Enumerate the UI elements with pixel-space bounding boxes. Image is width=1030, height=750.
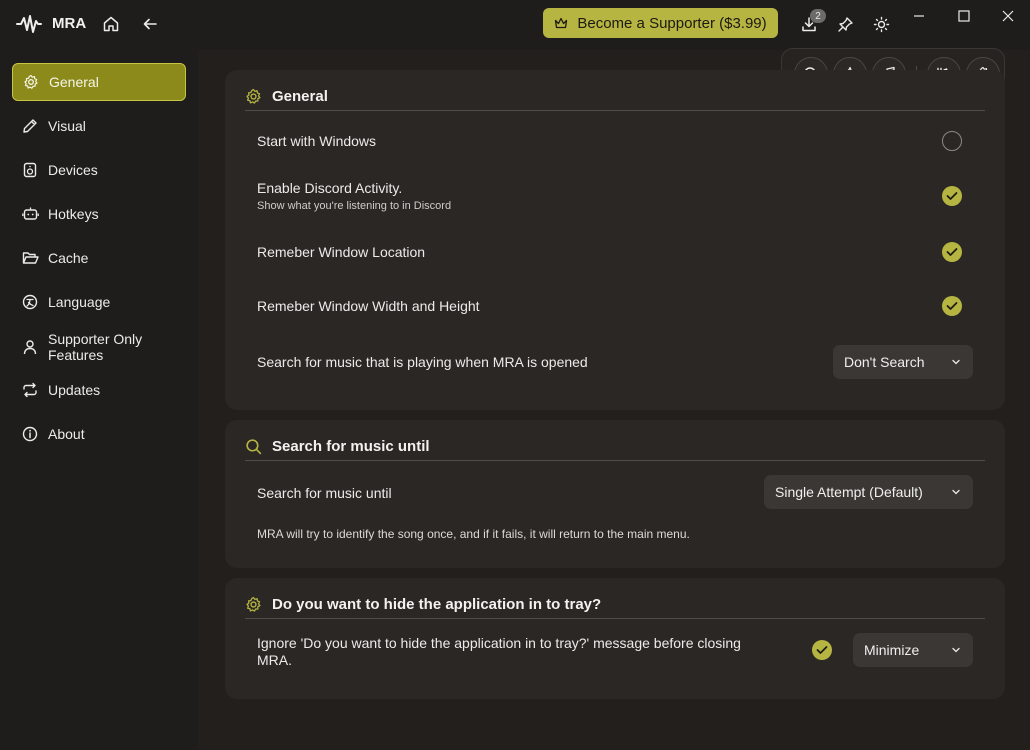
gear-icon bbox=[246, 88, 261, 104]
checkmark-icon bbox=[946, 248, 958, 256]
general-card-header: General bbox=[245, 88, 985, 111]
general-card: General Start with Windows Enable Discor… bbox=[225, 70, 1005, 410]
sidebar-item-label: About bbox=[48, 426, 85, 442]
remember-size-toggle[interactable] bbox=[942, 296, 962, 316]
sidebar-item-label: Cache bbox=[48, 250, 89, 266]
person-icon bbox=[12, 339, 48, 355]
ignore-tray-message-toggle[interactable] bbox=[812, 640, 832, 660]
waveform-logo-icon bbox=[16, 15, 42, 33]
search-until-dropdown[interactable]: Single Attempt (Default) bbox=[764, 475, 973, 509]
crown-icon bbox=[555, 17, 568, 29]
back-arrow-icon[interactable] bbox=[138, 12, 162, 36]
section-title: Search for music until bbox=[272, 438, 430, 455]
sidebar-item-label: Updates bbox=[48, 382, 101, 398]
chevron-down-icon bbox=[952, 359, 960, 365]
gear-icon bbox=[246, 596, 261, 612]
sidebar-item-language[interactable]: Language bbox=[12, 283, 186, 321]
maximize-window-button[interactable] bbox=[952, 6, 976, 26]
sidebar-item-supporter-features[interactable]: Supporter Only Features bbox=[12, 327, 186, 367]
pencil-icon bbox=[12, 118, 48, 134]
search-on-open-dropdown[interactable]: Don't Search bbox=[833, 345, 973, 379]
search-icon bbox=[246, 439, 262, 455]
discord-activity-toggle[interactable] bbox=[942, 186, 962, 206]
close-window-button[interactable] bbox=[996, 6, 1020, 26]
dropdown-value: Single Attempt (Default) bbox=[775, 484, 923, 500]
language-icon bbox=[12, 294, 48, 310]
title-bar: MRA Become a Supporter ($3.99) 2 bbox=[0, 0, 1030, 48]
speaker-icon bbox=[12, 162, 48, 178]
search-until-card-header: Search for music until bbox=[245, 438, 985, 461]
sidebar-item-updates[interactable]: Updates bbox=[12, 371, 186, 409]
search-until-card: Search for music until Search for music … bbox=[225, 420, 1005, 568]
info-icon bbox=[12, 426, 48, 442]
discord-activity-label: Enable Discord Activity. bbox=[257, 180, 403, 196]
dropdown-value: Don't Search bbox=[844, 354, 925, 370]
brightness-icon[interactable] bbox=[869, 12, 893, 36]
tray-card-header: Do you want to hide the application in t… bbox=[245, 596, 985, 619]
sidebar-item-about[interactable]: About bbox=[12, 415, 186, 453]
folder-open-icon bbox=[12, 250, 48, 266]
chevron-down-icon bbox=[952, 647, 960, 653]
tray-card: Do you want to hide the application in t… bbox=[225, 578, 1005, 699]
section-title: Do you want to hide the application in t… bbox=[272, 596, 602, 613]
sidebar-item-label: Hotkeys bbox=[48, 206, 99, 222]
sidebar-item-devices[interactable]: Devices bbox=[12, 151, 186, 189]
discord-activity-description: Show what you're listening to in Discord bbox=[257, 200, 452, 212]
sidebar-item-cache[interactable]: Cache bbox=[12, 239, 186, 277]
search-until-note: MRA will try to identify the song once, … bbox=[257, 527, 690, 541]
ignore-tray-message-label-continued: MRA. bbox=[257, 652, 292, 668]
start-with-windows-label: Start with Windows bbox=[257, 133, 377, 149]
download-count-badge: 2 bbox=[810, 9, 826, 23]
sidebar-item-general[interactable]: General bbox=[12, 63, 186, 101]
gear-icon bbox=[13, 74, 49, 90]
start-with-windows-toggle[interactable] bbox=[942, 131, 962, 151]
remember-location-toggle[interactable] bbox=[942, 242, 962, 262]
tray-action-dropdown[interactable]: Minimize bbox=[853, 633, 973, 667]
checkmark-icon bbox=[946, 192, 958, 200]
minimize-window-button[interactable] bbox=[907, 6, 931, 26]
sidebar-item-label: Supporter Only Features bbox=[48, 331, 143, 363]
sidebar-item-label: General bbox=[49, 74, 99, 90]
sidebar-item-label: Language bbox=[48, 294, 111, 310]
app-title: MRA bbox=[52, 15, 87, 32]
section-title: General bbox=[272, 88, 328, 105]
dropdown-value: Minimize bbox=[864, 642, 920, 658]
become-supporter-button[interactable]: Become a Supporter ($3.99) bbox=[543, 8, 778, 38]
checkmark-icon bbox=[946, 302, 958, 310]
pin-icon[interactable] bbox=[833, 12, 857, 36]
sidebar-item-hotkeys[interactable]: Hotkeys bbox=[12, 195, 186, 233]
checkmark-icon bbox=[816, 646, 828, 654]
robot-icon bbox=[12, 206, 48, 222]
chevron-down-icon bbox=[952, 489, 960, 495]
sidebar-item-label: Visual bbox=[48, 118, 86, 134]
ignore-tray-message-label: Ignore 'Do you want to hide the applicat… bbox=[257, 635, 741, 651]
sidebar-item-visual[interactable]: Visual bbox=[12, 107, 186, 145]
remember-location-label: Remeber Window Location bbox=[257, 244, 426, 260]
search-on-open-label: Search for music that is playing when MR… bbox=[257, 354, 588, 370]
sidebar-item-label: Devices bbox=[48, 162, 98, 178]
search-until-label: Search for music until bbox=[257, 485, 392, 501]
supporter-label: Become a Supporter ($3.99) bbox=[577, 14, 767, 32]
home-icon[interactable] bbox=[99, 12, 123, 36]
refresh-icon bbox=[12, 382, 48, 398]
remember-size-label: Remeber Window Width and Height bbox=[257, 298, 480, 314]
